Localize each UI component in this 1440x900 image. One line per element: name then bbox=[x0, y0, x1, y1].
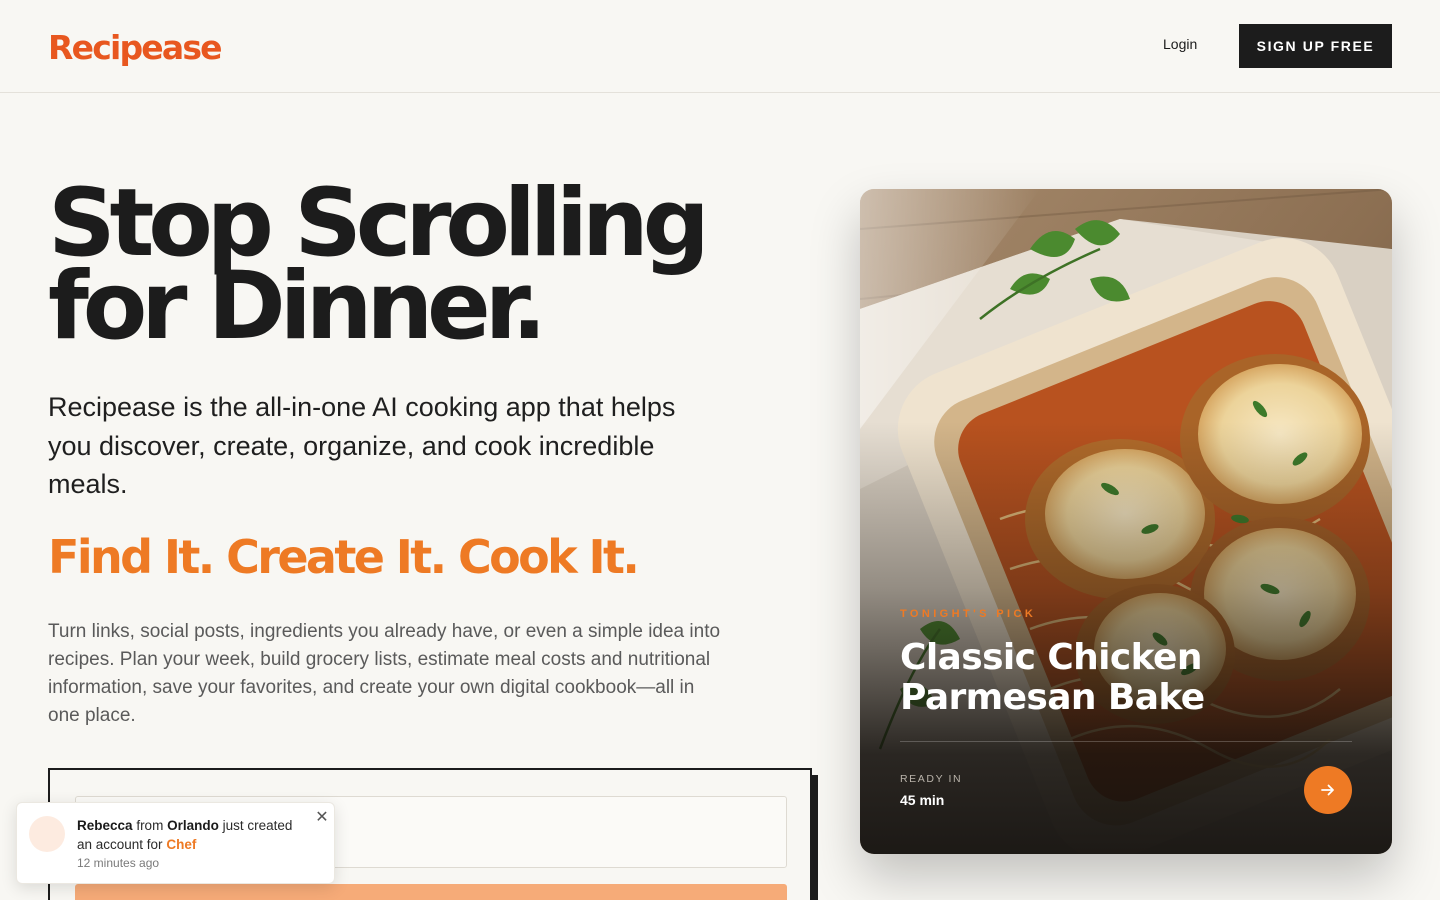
notification-city: Orlando bbox=[167, 818, 219, 833]
notification-from: from bbox=[136, 818, 164, 833]
hero-description: Turn links, social posts, ingredients yo… bbox=[48, 621, 721, 726]
login-link[interactable]: Login bbox=[1163, 36, 1197, 52]
hero-subtitle: Recipease is the all-in-one AI cooking a… bbox=[48, 392, 676, 499]
notification-message: Rebecca from Orlando just created an acc… bbox=[77, 816, 309, 854]
ready-in-value: 45 min bbox=[900, 792, 945, 808]
hero-tagline: Find It. Create It. Cook It. bbox=[48, 530, 640, 584]
featured-recipe-card[interactable]: TONIGHT'S PICK Classic Chicken Parmesan … bbox=[860, 189, 1392, 854]
avatar bbox=[29, 816, 65, 852]
view-recipe-button[interactable] bbox=[1304, 766, 1352, 814]
site-header: Recipease Login SIGN UP FREE bbox=[0, 0, 1440, 93]
signup-notification: Rebecca from Orlando just created an acc… bbox=[16, 802, 335, 884]
hero-title: Stop Scrolling for Dinner. bbox=[48, 169, 710, 361]
arrow-right-icon bbox=[1321, 784, 1334, 796]
signup-button[interactable]: SIGN UP FREE bbox=[1239, 24, 1392, 68]
card-divider bbox=[900, 741, 1352, 742]
card-label: TONIGHT'S PICK bbox=[900, 608, 1037, 620]
close-icon[interactable]: ✕ bbox=[313, 808, 331, 828]
card-gradient-overlay bbox=[860, 189, 1392, 854]
notification-plan: Chef bbox=[166, 837, 197, 852]
notification-time: 12 minutes ago bbox=[77, 856, 160, 870]
notification-name: Rebecca bbox=[77, 818, 133, 833]
logo[interactable]: Recipease bbox=[48, 28, 223, 67]
ready-in-label: READY IN bbox=[900, 773, 963, 785]
generate-recipe-button[interactable] bbox=[75, 884, 787, 900]
card-title: Classic Chicken Parmesan Bake bbox=[900, 637, 1205, 718]
